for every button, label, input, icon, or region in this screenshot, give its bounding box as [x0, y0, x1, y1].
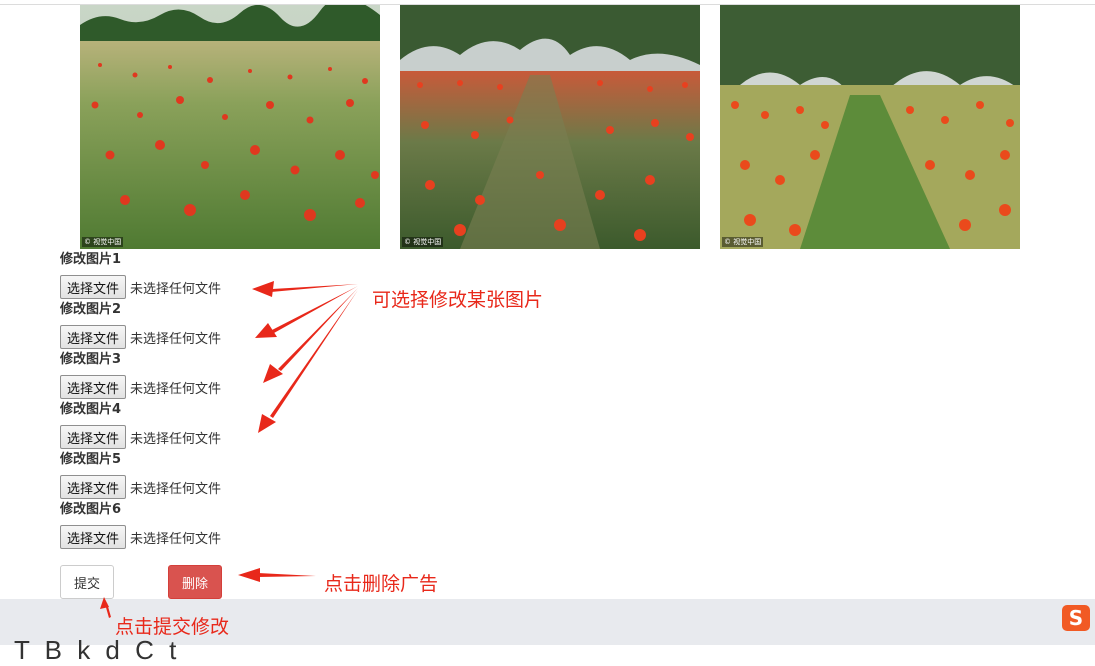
annotation-delete-hint: 点击删除广告: [324, 573, 439, 595]
annotation-select-hint: 可选择修改某张图片: [372, 289, 544, 311]
annotation-arrows: [100, 281, 358, 618]
annotation-submit-hint: 点击提交修改: [115, 616, 230, 638]
